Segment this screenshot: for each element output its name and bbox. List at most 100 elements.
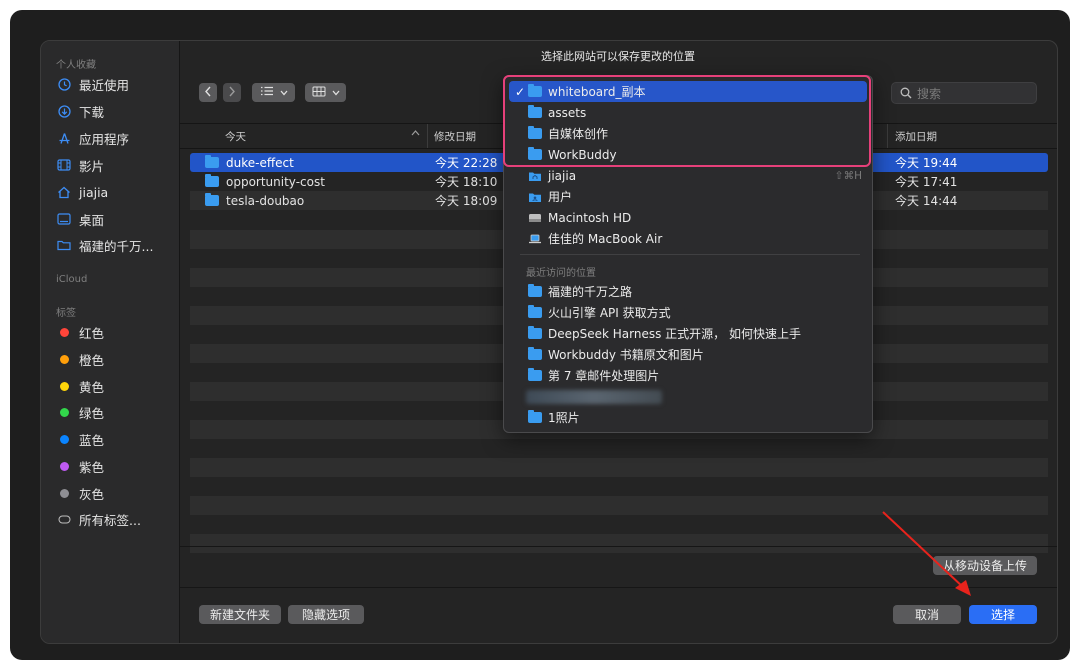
sidebar-section-icloud: iCloud [56,274,88,285]
annotation-highlight-box [503,75,871,167]
sidebar-item-home[interactable]: jiajia [55,181,108,203]
sidebar-item-label: 蓝色 [79,432,105,448]
menu-item-macbook-air[interactable]: 佳佳的 MacBook Air [504,228,872,249]
folder-icon [528,410,542,423]
blurred-recent-item[interactable] [526,390,662,404]
folder-icon [528,368,542,381]
file-name: opportunity-cost [226,174,325,189]
sidebar-item-label: 桌面 [79,212,105,228]
hide-options-button[interactable]: 隐藏选项 [288,605,364,624]
sidebar-item-label: 福建的千万... [79,238,154,254]
sidebar-section-favorites: 个人收藏 [56,60,96,71]
chevron-left-icon [204,86,212,100]
list-view-button[interactable] [252,83,295,102]
menu-item-label: 火山引擎 API 获取方式 [548,306,671,320]
orange-tag-dot-icon [59,354,69,364]
home-icon [55,186,73,199]
list-view-icon [260,86,274,99]
cancel-button[interactable]: 取消 [893,605,961,624]
sidebar-tag-green[interactable]: 绿色 [55,401,104,423]
sidebar-item-label: 灰色 [79,486,105,502]
blue-tag-dot-icon [59,434,69,444]
menu-item-label: 用户 [548,190,573,204]
column-added-header[interactable]: 添加日期 [895,129,937,144]
sidebar-item-movies[interactable]: 影片 [55,154,104,176]
sidebar-item-label: 应用程序 [79,131,130,147]
search-placeholder: 搜索 [917,86,942,101]
folder-icon [528,305,542,318]
folder-icon [55,239,73,251]
home-folder-icon [528,170,542,185]
menu-item-users[interactable]: 用户 [504,186,872,207]
column-name-header[interactable]: 今天 [225,129,246,144]
file-added: 今天 19:44 [895,156,958,170]
recent-item-volcano-api[interactable]: 火山引擎 API 获取方式 [504,302,872,323]
sidebar-all-tags[interactable]: 所有标签... [55,508,141,530]
sidebar-tag-orange[interactable]: 橙色 [55,348,104,370]
recent-item-workbuddy-book[interactable]: Workbuddy 书籍原文和图片 [504,344,872,365]
recent-item-deepseek[interactable]: DeepSeek Harness 正式开源， 如何快速上手 [504,323,872,344]
back-button[interactable] [199,83,217,102]
menu-item-label: jiajia [548,168,577,183]
new-folder-button[interactable]: 新建文件夹 [199,605,281,624]
forward-button[interactable] [223,83,241,102]
sort-ascending-icon [411,128,420,140]
column-divider [427,124,428,148]
file-modified: 今天 18:09 [435,194,498,208]
column-modified-header[interactable]: 修改日期 [434,129,476,144]
sidebar-section-tags: 标签 [56,308,76,319]
folder-icon [205,174,219,187]
laptop-icon [528,233,542,248]
gray-tag-dot-icon [59,488,69,498]
sidebar-item-fujian-folder[interactable]: 福建的千万... [55,234,153,256]
sidebar-item-label: 橙色 [79,352,105,368]
recent-item-fujian[interactable]: 福建的千万之路 [504,281,872,302]
menu-item-label: 1照片 [548,411,580,425]
sidebar-item-label: 黄色 [79,379,105,395]
menu-item-home-jiajia[interactable]: jiajia ⇧⌘H [504,165,872,186]
sidebar-tag-blue[interactable]: 蓝色 [55,428,104,450]
icon-view-button[interactable] [305,83,346,102]
sidebar-item-label: 绿色 [79,405,105,421]
clock-icon [55,77,73,91]
chevron-down-icon [332,86,340,99]
upload-from-device-button[interactable]: 从移动设备上传 [933,556,1037,575]
sidebar-item-label: 最近使用 [79,77,130,93]
bottom-divider [179,587,1057,588]
sidebar-tag-purple[interactable]: 紫色 [55,455,104,477]
bottom-bar [179,546,1057,643]
sidebar-tag-yellow[interactable]: 黄色 [55,375,104,397]
disk-icon [528,212,542,227]
menu-item-label: 福建的千万之路 [548,285,633,299]
menu-item-label: Macintosh HD [548,210,632,225]
search-field[interactable]: 搜索 [891,82,1037,104]
sidebar-item-label: 所有标签... [79,512,141,528]
sidebar-item-downloads[interactable]: 下载 [55,100,104,122]
sidebar-item-recents[interactable]: 最近使用 [55,73,129,95]
green-tag-dot-icon [59,407,69,417]
recent-item-photos[interactable]: 1照片 [504,407,872,428]
sidebar-item-applications[interactable]: 应用程序 [55,127,129,149]
empty-row [190,496,1048,515]
purple-tag-dot-icon [59,461,69,471]
sidebar-item-label: 下载 [79,104,105,120]
sidebar-item-desktop[interactable]: 桌面 [55,208,104,230]
file-modified: 今天 18:10 [435,175,498,189]
dialog-title: 选择此网站可以保存更改的位置 [541,50,695,63]
applications-icon [55,132,73,145]
column-divider [887,124,888,148]
download-icon [55,104,73,118]
tag-outline-icon [55,515,73,524]
sidebar-item-label: 红色 [79,325,105,341]
file-added: 今天 17:41 [895,175,958,189]
shortcut-hint: ⇧⌘H [834,169,862,182]
choose-button[interactable]: 选择 [969,605,1037,624]
sidebar-item-label: jiajia [79,184,109,200]
chevron-right-icon [228,86,236,100]
file-modified: 今天 22:28 [435,156,498,170]
sidebar-tag-red[interactable]: 红色 [55,321,104,343]
recent-item-chapter7[interactable]: 第 7 章邮件处理图片 [504,365,872,386]
sidebar-tag-gray[interactable]: 灰色 [55,482,104,504]
menu-item-macintosh-hd[interactable]: Macintosh HD [504,207,872,228]
folder-icon [528,326,542,339]
